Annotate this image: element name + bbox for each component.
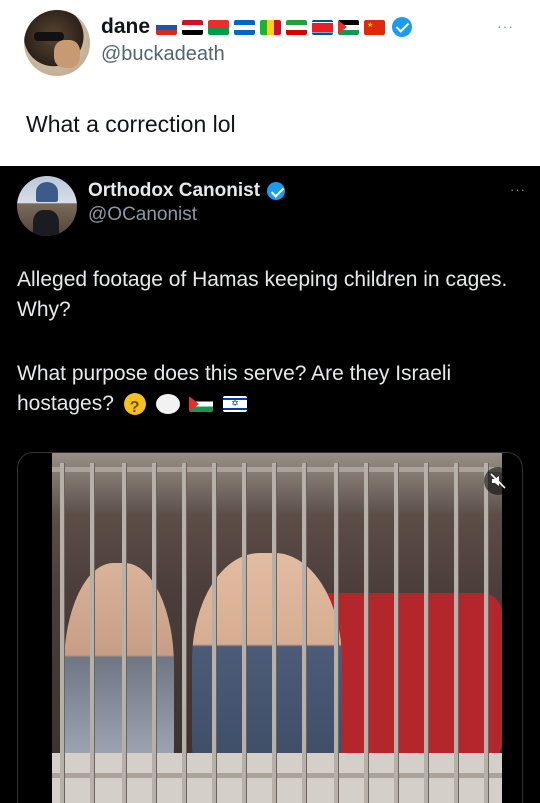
more-options-icon[interactable]: ··· <box>510 182 526 197</box>
cage-bar <box>182 463 186 803</box>
cage-bar <box>242 463 246 803</box>
cage-bar <box>454 463 458 803</box>
cage-bar <box>424 463 428 803</box>
avatar[interactable] <box>24 10 90 76</box>
nicaragua-flag-icon <box>234 19 256 35</box>
cage-rail <box>52 773 502 778</box>
tweet-text-paragraph-2: What purpose does this serve? Are they I… <box>17 359 517 423</box>
thinking-face-icon <box>123 393 146 423</box>
tweet-text-paragraph-1: Alleged footage of Hamas keeping childre… <box>17 268 508 321</box>
palestine-flag-icon <box>338 19 360 35</box>
verified-badge-icon <box>267 182 286 200</box>
cage-bar <box>334 463 338 803</box>
russia-flag-icon <box>156 19 178 35</box>
church-dome-graphic <box>36 182 58 202</box>
cage-bar <box>272 463 276 803</box>
cage-bar <box>302 463 306 803</box>
author-name-row: dane ★ <box>101 13 413 41</box>
video-frame[interactable] <box>52 453 502 803</box>
sunglasses-graphic <box>34 32 64 41</box>
cage-bar <box>122 463 126 803</box>
cage-bars <box>52 453 502 803</box>
cage-bar <box>484 463 488 803</box>
volume-off-icon-glyph <box>490 473 506 489</box>
tweet-text: What a correction lol <box>26 111 236 137</box>
china-flag-icon: ★ <box>364 19 386 35</box>
video-player[interactable] <box>17 452 523 803</box>
hand-graphic <box>54 40 80 68</box>
outer-tweet: dane ★ @buckadeath ··· What a correction… <box>0 0 540 166</box>
iraq-flag-icon <box>182 19 204 35</box>
person-graphic <box>33 210 59 236</box>
cage-rail <box>52 467 502 472</box>
author-name-row: Orthodox Canonist <box>88 178 286 204</box>
burkina-faso-flag-icon <box>208 19 230 35</box>
palestine-flag-icon <box>189 396 214 413</box>
quoted-tweet[interactable]: Orthodox Canonist @OCanonist ··· Alleged… <box>0 166 540 803</box>
display-name[interactable]: Orthodox Canonist <box>88 180 260 202</box>
avatar[interactable] <box>17 176 77 236</box>
north-korea-flag-icon <box>312 19 334 35</box>
volume-off-icon[interactable] <box>484 467 512 495</box>
cage-bar <box>364 463 368 803</box>
verified-badge-icon <box>392 17 413 37</box>
israel-flag-icon: ✡ <box>223 396 248 413</box>
thought-balloon-icon <box>155 394 180 415</box>
cage-bar <box>394 463 398 803</box>
iran-flag-icon <box>286 19 308 35</box>
cage-bar <box>212 463 216 803</box>
cage-bar <box>152 463 156 803</box>
user-handle[interactable]: @OCanonist <box>88 204 197 226</box>
user-handle[interactable]: @buckadeath <box>101 43 225 66</box>
more-options-icon[interactable]: ··· <box>497 18 514 34</box>
cage-bar <box>60 463 64 803</box>
mali-flag-icon <box>260 19 282 35</box>
display-name[interactable]: dane <box>101 15 150 39</box>
cage-bar <box>90 463 94 803</box>
